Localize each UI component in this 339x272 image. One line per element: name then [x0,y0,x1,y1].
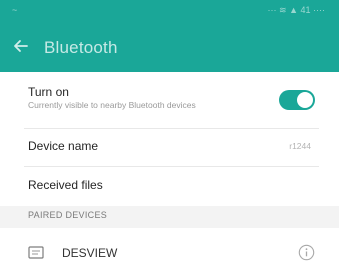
paired-devices-header: PAIRED DEVICES [28,210,108,220]
turn-on-subtitle: Currently visible to nearby Bluetooth de… [28,100,196,110]
paired-device-item[interactable]: DESVIEW [0,240,339,266]
divider [24,166,319,167]
status-bar: ~ ··· ≋ ▲ 41 ···· [0,0,339,22]
turn-on-label: Turn on [28,85,69,99]
received-files-label: Received files [28,178,103,192]
computer-icon [28,246,44,259]
paired-device-name: DESVIEW [62,246,118,260]
turn-on-row[interactable]: Turn on Currently visible to nearby Blue… [0,84,339,130]
divider [24,128,319,129]
received-files-row[interactable]: Received files [0,172,339,200]
app-bar: Bluetooth [0,22,339,72]
device-name-value: r1244 [289,141,311,151]
device-name-row[interactable]: Device name r1244 [0,132,339,160]
status-left-text: ~ [12,5,18,15]
status-right-text: ··· ≋ ▲ 41 ···· [267,5,325,15]
toggle-knob [297,92,313,108]
arrow-left-icon[interactable] [10,35,32,57]
info-icon[interactable] [298,244,315,261]
page-title: Bluetooth [44,38,118,57]
bluetooth-toggle[interactable] [279,90,315,110]
device-name-label: Device name [28,139,99,153]
